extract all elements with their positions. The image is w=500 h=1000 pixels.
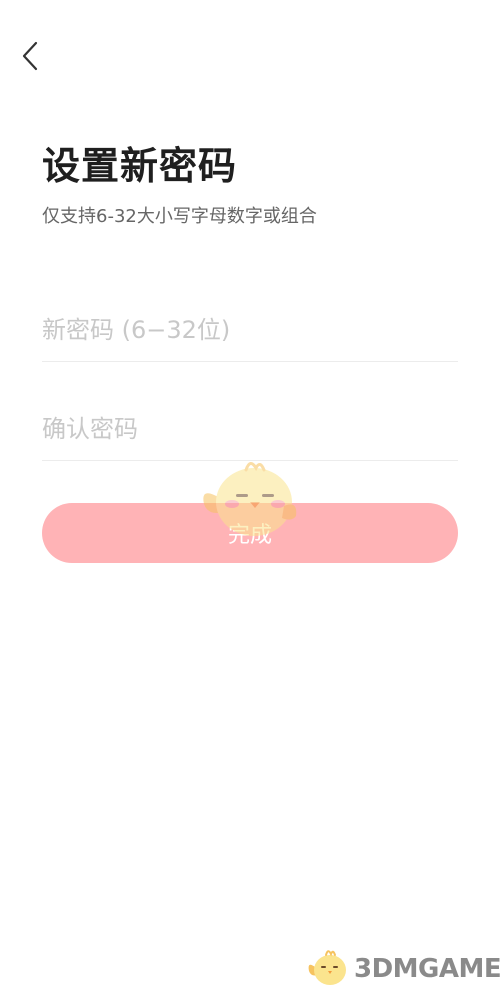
submit-button[interactable]: 完成 <box>42 503 458 563</box>
watermark-text: 3DMGAME <box>354 954 500 984</box>
watermark: 3DMGAME <box>306 945 500 993</box>
chevron-left-icon <box>20 40 40 76</box>
watermark-mascot-icon <box>306 945 350 993</box>
password-rule-hint: 仅支持6-32大小写字母数字或组合 <box>42 206 317 227</box>
submit-button-label: 完成 <box>227 523 272 548</box>
page-title: 设置新密码 <box>42 144 238 188</box>
new-password-input[interactable] <box>42 299 458 361</box>
back-button[interactable] <box>12 38 48 78</box>
confirm-password-input[interactable] <box>42 398 458 460</box>
confirm-password-field <box>42 398 458 461</box>
new-password-field <box>42 299 458 362</box>
